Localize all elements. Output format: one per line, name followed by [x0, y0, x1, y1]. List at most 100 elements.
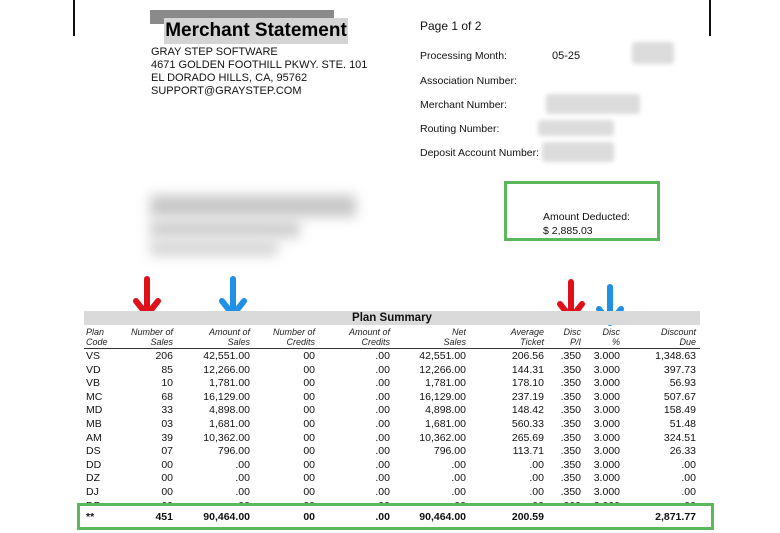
cell-discount-due: 397.73: [663, 363, 696, 376]
cell-disc-pi: .350: [560, 458, 581, 471]
col-header-disc-percent: Disc %: [602, 327, 621, 347]
table-row: MC 68 16,129.00 00.00 16,129.00 237.19.350 3.0…: [84, 391, 700, 405]
cell-amount-of-credits: .00: [375, 404, 390, 417]
cell-net-sales: 12,266.00: [419, 363, 466, 376]
cell-average-ticket: 206.56: [511, 350, 544, 362]
cell-amount-of-credits: .00: [375, 417, 390, 430]
redacted-recipient-address: [150, 240, 278, 256]
cell-amount-of-credits: .00: [375, 458, 390, 471]
page-edge-right: [709, 0, 711, 36]
cell-disc-pi: .350: [560, 404, 581, 417]
cell-average-ticket: 178.10: [511, 377, 544, 390]
cell-number-of-sales: 00: [161, 458, 173, 471]
cell-discount-due: .00: [681, 485, 696, 498]
redacted-deposit-account: [542, 142, 614, 162]
col-header-number-of-sales: Number of Sales: [130, 327, 173, 347]
cell-number-of-credits: 00: [303, 363, 315, 376]
cell-amount-of-credits: .00: [375, 431, 390, 444]
cell-amount-of-sales: 42,551.00: [203, 350, 250, 362]
cell-average-ticket: .00: [529, 485, 544, 498]
cell-amount-of-sales: 12,266.00: [203, 363, 250, 376]
redacted-recipient-address: [150, 195, 356, 217]
routing-number-label: Routing Number:: [420, 123, 500, 135]
cell-number-of-sales: 03: [161, 417, 173, 430]
cell-number-of-credits: 00: [303, 404, 315, 417]
col-header-amount-of-sales: Amount of Sales: [208, 327, 250, 347]
redacted-recipient-address: [150, 220, 300, 238]
cell-discount-due: 56.93: [669, 377, 696, 390]
table-row: VS 206 42,551.00 00.00 42,551.00 206.56.350 3.…: [84, 350, 700, 364]
table-row: DD 00.00 00.00.00.00.350 3.000.00: [84, 459, 700, 473]
cell-number-of-sales: 68: [161, 390, 173, 403]
cell-disc-pi: .350: [560, 485, 581, 498]
cell-net-sales: 1,781.00: [425, 377, 466, 390]
table-row: DS 07 796.00 00.00 796.00 113.71.350 3.000 26.3…: [84, 445, 700, 459]
address-line: GRAY STEP SOFTWARE: [151, 46, 278, 58]
merchant-address: GRAY STEP SOFTWARE 4671 GOLDEN FOOTHILL …: [151, 46, 367, 98]
cell-average-ticket: 237.19: [511, 390, 544, 403]
cell-average-ticket: 113.71: [512, 445, 544, 458]
cell-discount-due: 1,348.63: [655, 350, 696, 362]
cell-number-of-sales: 39: [161, 431, 173, 444]
amount-deducted-box: Amount Deducted: $ 2,885.03: [504, 181, 660, 241]
deposit-account-label: Deposit Account Number:: [420, 147, 540, 159]
merchant-number-label: Merchant Number:: [420, 99, 507, 111]
cell-number-of-credits: 00: [303, 445, 315, 458]
cell-discount-due: .00: [681, 458, 696, 471]
cell-disc-pi: .350: [560, 445, 581, 458]
cell-discount-due: 507.67: [663, 390, 696, 403]
address-line: EL DORADO HILLS, CA, 95762: [151, 72, 308, 84]
cell-disc-pi: .350: [560, 390, 581, 403]
page-number: Page 1 of 2: [420, 19, 482, 33]
cell-net-sales: 796.00: [433, 445, 466, 458]
processing-month-value: 05-25: [552, 50, 581, 62]
totals-amount-of-credits: .00: [375, 511, 390, 523]
cell-average-ticket: .00: [529, 472, 544, 485]
cell-number-of-credits: 00: [303, 472, 315, 485]
totals-number-of-credits: 00: [303, 511, 315, 523]
table-row: DZ 00.00 00.00.00.00.350 3.000.00: [84, 472, 700, 486]
col-header-net-sales: Net Sales: [443, 327, 466, 347]
cell-net-sales: 1,681.00: [425, 417, 466, 430]
amount-deducted-label: Amount Deducted:: [543, 211, 630, 223]
cell-net-sales: .00: [451, 472, 466, 485]
cell-number-of-sales: 206: [155, 350, 173, 362]
table-row: DJ 00.00 00.00.00.00.350 3.000.00: [84, 486, 700, 500]
cell-average-ticket: 265.69: [511, 431, 544, 444]
col-header-number-of-credits: Number of Credits: [272, 327, 315, 347]
cell-amount-of-sales: 10,362.00: [203, 431, 250, 444]
table-row: MD 33 4,898.00 00.00 4,898.00 148.42.350 3.000…: [84, 404, 700, 418]
totals-amount-of-sales: 90,464.00: [203, 511, 250, 523]
cell-disc-pi: .350: [560, 377, 581, 390]
cell-amount-of-credits: .00: [375, 350, 390, 362]
cell-number-of-credits: 00: [303, 485, 315, 498]
redacted-merchant-number: [546, 94, 640, 114]
cell-net-sales: 42,551.00: [419, 350, 466, 362]
redacted-field: [632, 42, 674, 64]
redacted-routing-number: [538, 120, 614, 136]
cell-amount-of-credits: .00: [375, 363, 390, 376]
table-row: AM 39 10,362.00 00.00 10,362.00 265.69.350 3.0…: [84, 432, 700, 446]
cell-number-of-credits: 00: [303, 350, 315, 362]
amount-deducted-value: $ 2,885.03: [543, 225, 593, 237]
cell-disc-pi: .350: [560, 472, 581, 485]
cell-disc-pi: .350: [560, 350, 581, 362]
cell-amount-of-credits: .00: [375, 390, 390, 403]
col-header-amount-of-credits: Amount of Credits: [348, 327, 390, 347]
cell-amount-of-sales: 1,781.00: [209, 377, 250, 390]
cell-average-ticket: .00: [529, 458, 544, 471]
address-line: 4671 GOLDEN FOOTHILL PKWY. STE. 101: [151, 59, 368, 71]
cell-number-of-sales: 33: [161, 404, 173, 417]
address-line: SUPPORT@GRAYSTEP.COM: [151, 85, 302, 97]
cell-net-sales: 4,898.00: [425, 404, 466, 417]
cell-number-of-sales: 07: [161, 445, 173, 458]
cell-amount-of-sales: 16,129.00: [203, 390, 250, 403]
cell-amount-of-sales: 796.00: [217, 445, 250, 458]
cell-amount-of-credits: .00: [375, 472, 390, 485]
cell-net-sales: .00: [451, 458, 466, 471]
cell-number-of-credits: 00: [303, 390, 315, 403]
cell-number-of-sales: 85: [161, 363, 173, 376]
col-header-average-ticket: Average Ticket: [510, 327, 544, 347]
cell-amount-of-credits: .00: [375, 377, 390, 390]
cell-amount-of-sales: 4,898.00: [209, 404, 250, 417]
